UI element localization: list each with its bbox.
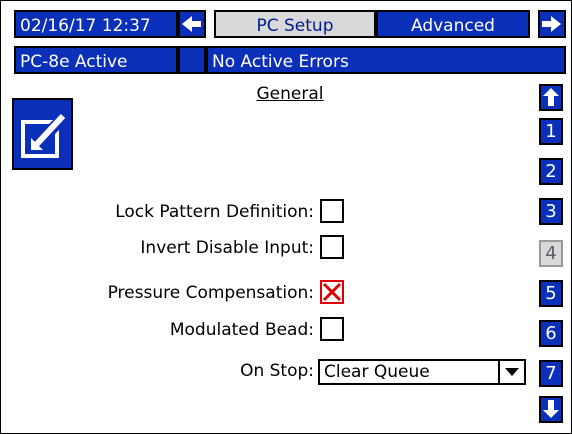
side-tab-6[interactable]: 6: [539, 320, 563, 347]
side-tab-5-label: 5: [545, 283, 557, 304]
left-arrow-button[interactable]: [178, 10, 206, 38]
side-tab-3[interactable]: 3: [539, 198, 563, 225]
tab-pc-setup-label: PC Setup: [256, 16, 334, 36]
right-arrow-button[interactable]: [538, 10, 566, 38]
modulated-bead-label: Modulated Bead:: [169, 320, 314, 340]
on-stop-label: On Stop:: [240, 361, 314, 381]
lock-pattern-checkbox[interactable]: [320, 199, 344, 223]
side-tab-2-label: 2: [545, 161, 557, 182]
system-status-text: PC-8e Active: [20, 52, 128, 72]
side-tab-5[interactable]: 5: [539, 280, 563, 307]
dropdown-arrow-icon: [498, 361, 524, 383]
error-status: No Active Errors: [206, 46, 566, 74]
tab-advanced-label: Advanced: [411, 16, 495, 36]
up-arrow-icon: [543, 88, 559, 106]
side-tab-2[interactable]: 2: [539, 158, 563, 185]
side-tab-7-label: 7: [545, 363, 557, 384]
pressure-compensation-label: Pressure Compensation:: [107, 283, 314, 303]
tab-pc-setup[interactable]: PC Setup: [214, 10, 376, 38]
edit-button[interactable]: [12, 98, 73, 170]
error-status-text: No Active Errors: [212, 52, 349, 72]
datetime-display: 02/16/17 12:37: [14, 10, 178, 38]
side-tab-4[interactable]: 4: [539, 240, 563, 267]
invert-disable-checkbox[interactable]: [320, 235, 344, 259]
left-arrow-icon: [182, 16, 201, 32]
system-status: PC-8e Active: [14, 46, 178, 74]
down-arrow-icon: [543, 400, 559, 418]
section-title: General: [256, 84, 324, 104]
side-tab-6-label: 6: [545, 323, 557, 344]
right-arrow-icon: [542, 16, 561, 32]
side-tab-4-label: 4: [545, 243, 557, 264]
scroll-up-button[interactable]: [539, 84, 563, 111]
on-stop-value: Clear Queue: [324, 362, 430, 382]
on-stop-dropdown[interactable]: Clear Queue: [318, 359, 526, 385]
pressure-compensation-checkbox[interactable]: [320, 280, 344, 304]
side-tab-3-label: 3: [545, 201, 557, 222]
edit-icon: [20, 112, 69, 158]
modulated-bead-checkbox[interactable]: [320, 317, 344, 341]
side-tab-1-label: 1: [545, 121, 557, 142]
tab-advanced[interactable]: Advanced: [376, 10, 530, 38]
checked-x-icon: [322, 282, 342, 302]
side-tab-7[interactable]: 7: [539, 360, 563, 387]
lock-pattern-label: Lock Pattern Definition:: [115, 202, 314, 222]
status-indicator: [178, 46, 206, 74]
invert-disable-label: Invert Disable Input:: [140, 238, 314, 258]
side-tab-1[interactable]: 1: [539, 118, 563, 145]
datetime-text: 02/16/17 12:37: [20, 16, 151, 36]
scroll-down-button[interactable]: [539, 396, 563, 423]
